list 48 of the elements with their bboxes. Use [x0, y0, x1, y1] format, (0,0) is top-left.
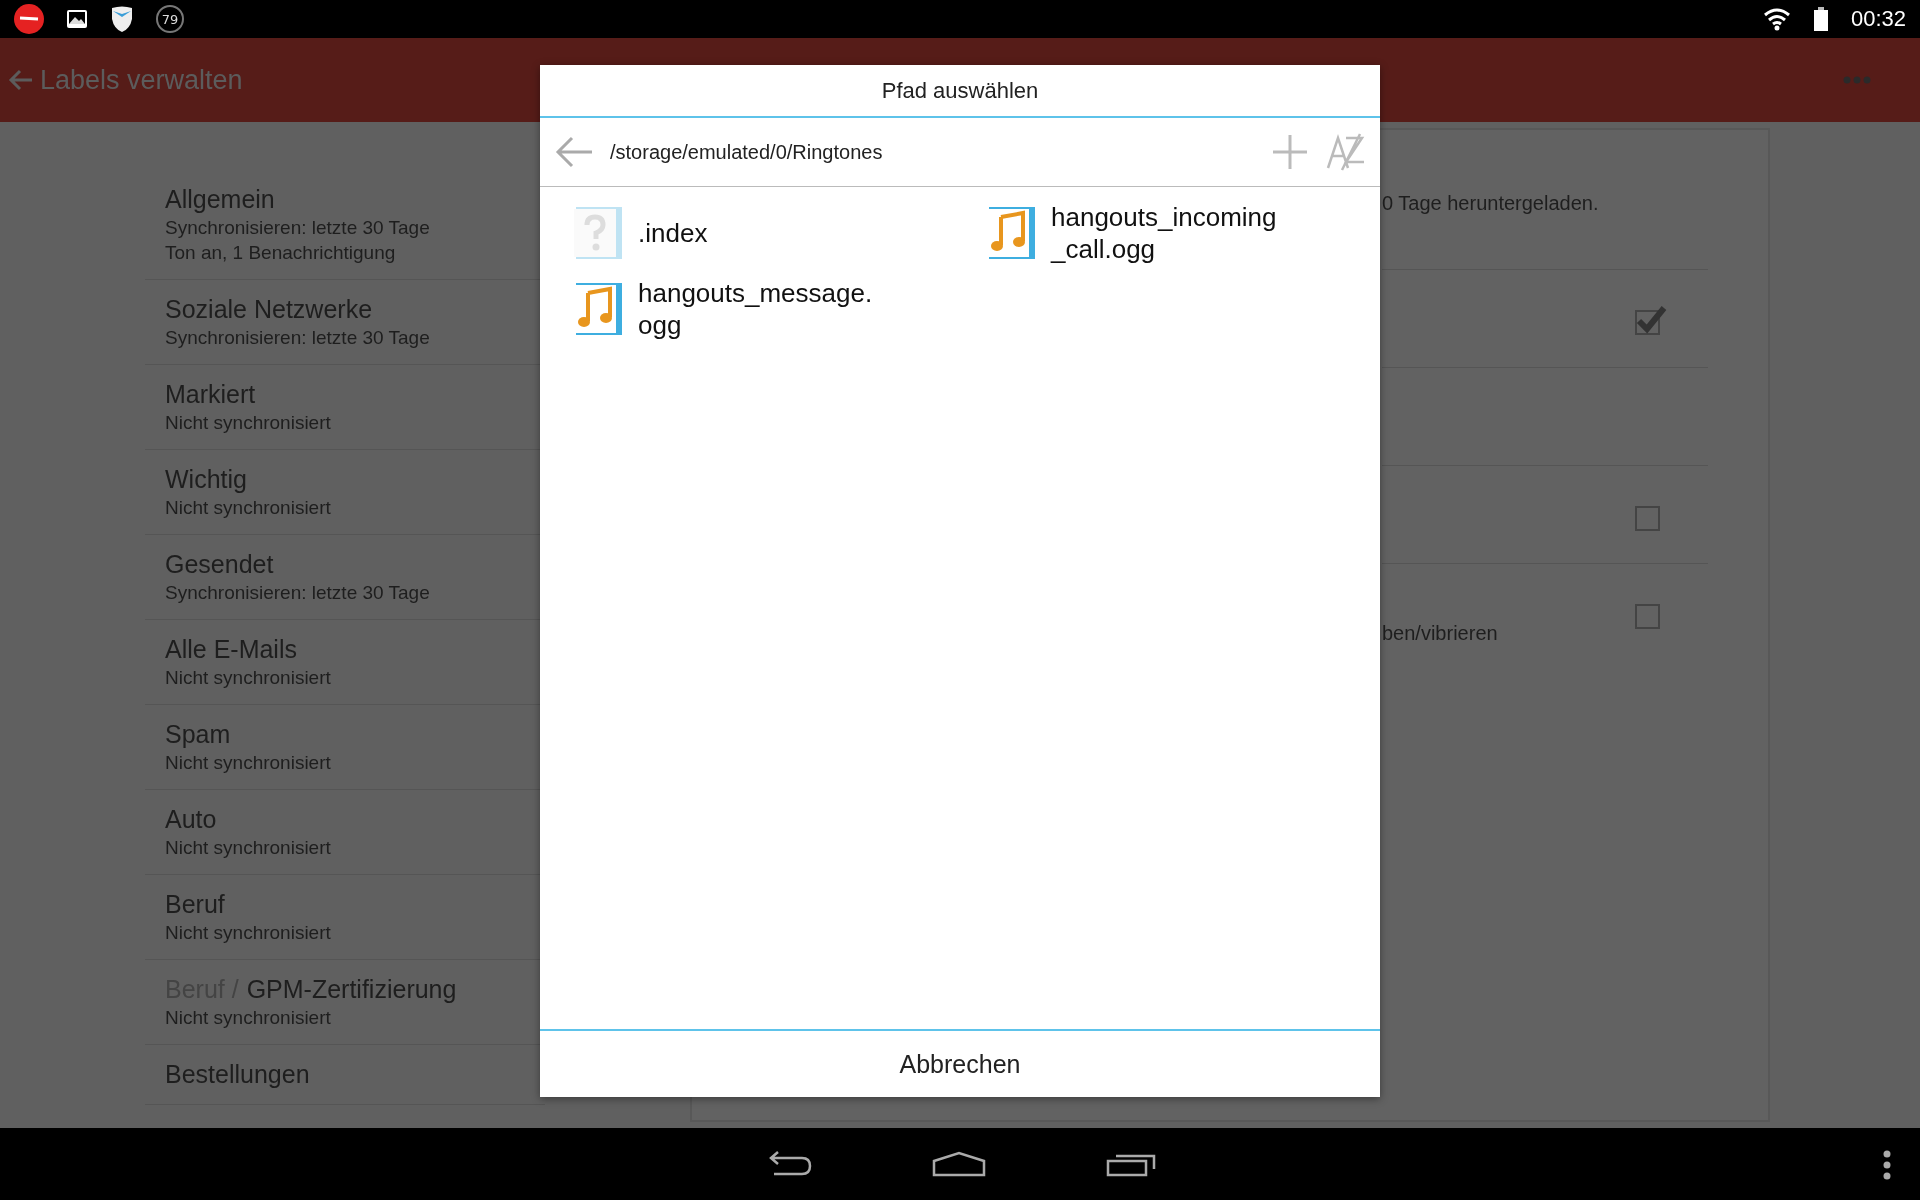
- screen-title: Labels verwalten: [40, 64, 243, 96]
- menu-icon[interactable]: [1882, 1150, 1892, 1180]
- battery-icon: [1812, 7, 1829, 31]
- label-status: Synchronisieren: letzte 30 Tage: [165, 327, 431, 349]
- home-icon[interactable]: [932, 1151, 986, 1177]
- no-entry-icon: [14, 4, 44, 34]
- label-status: Nicht synchronisiert: [165, 752, 332, 774]
- label-status: Nicht synchronisiert: [165, 412, 332, 434]
- label-title: GPM-Zertifizierung: [246, 975, 457, 1004]
- label-title: Bestellungen: [165, 1060, 310, 1089]
- label-status: Synchronisieren: letzte 30 Tage: [165, 217, 431, 239]
- label-status: Nicht synchronisiert: [165, 922, 332, 944]
- label-status: Nicht synchronisiert: [165, 497, 332, 519]
- label-status: Ton an, 1 Benachrichtigung: [165, 242, 397, 264]
- label-status: Nicht synchronisiert: [165, 667, 332, 689]
- sort-icon[interactable]: [1326, 132, 1366, 172]
- clock-time: 00:32: [1850, 6, 1906, 32]
- notification-count: 79: [156, 5, 184, 33]
- label-status: Nicht synchronisiert: [165, 837, 332, 859]
- back-arrow-icon[interactable]: [8, 68, 34, 92]
- label-title: Markiert: [165, 380, 256, 409]
- file-name: hangouts_incoming_call.ogg: [1051, 201, 1278, 265]
- image-icon: [66, 9, 88, 29]
- shield-icon: [110, 5, 134, 33]
- label-title: Wichtig: [165, 465, 247, 494]
- current-path: /storage/emulated/0/Ringtones: [610, 140, 884, 164]
- label-title: Beruf: [165, 890, 225, 919]
- dialog-title: Pfad auswählen: [540, 65, 1380, 118]
- sync-description: 0 Tage heruntergeladen.: [1382, 191, 1600, 216]
- overflow-menu-icon[interactable]: [1842, 75, 1872, 85]
- label-title: Soziale Netzwerke: [165, 295, 373, 324]
- file-item[interactable]: .index: [572, 201, 985, 265]
- label-status: Nicht synchronisiert: [165, 1007, 332, 1029]
- label-title: Alle E-Mails: [165, 635, 297, 664]
- label-title: Gesendet: [165, 550, 274, 579]
- label-title: Auto: [165, 805, 217, 834]
- add-icon[interactable]: [1270, 132, 1310, 172]
- file-name: hangouts_message.ogg: [638, 277, 874, 341]
- file-item[interactable]: hangouts_message.ogg: [572, 277, 985, 341]
- file-item[interactable]: hangouts_incoming_call.ogg: [985, 201, 1380, 265]
- setting-text: ben/vibrieren: [1382, 622, 1498, 645]
- wifi-icon: [1762, 7, 1791, 31]
- back-arrow-icon[interactable]: [554, 135, 594, 169]
- label-status: Synchronisieren: letzte 30 Tage: [165, 582, 431, 604]
- label-title: Spam: [165, 720, 231, 749]
- label-title: Allgemein: [165, 185, 275, 214]
- file-name: .index: [638, 217, 709, 249]
- cancel-button[interactable]: Abbrechen: [540, 1029, 1380, 1097]
